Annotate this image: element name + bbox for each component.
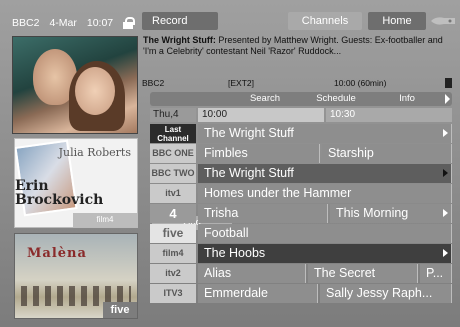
timeline: Thu,4 10:00 10:30 xyxy=(150,108,452,122)
meta-channel: BBC2 xyxy=(142,78,165,88)
poster-channel: film4 xyxy=(73,213,137,227)
programme-cell[interactable]: Emmerdale xyxy=(198,284,318,303)
record-button[interactable]: Record xyxy=(142,12,218,30)
view-tabs: Grid Search Schedule Info xyxy=(150,92,452,230)
channel-logo: itv2 xyxy=(150,264,196,283)
programme-cell[interactable]: Starship xyxy=(322,144,452,163)
programme-cell[interactable]: The Wright Stuff xyxy=(198,164,452,183)
programme-cell[interactable]: P... xyxy=(420,264,452,283)
promo-erin-brockovich[interactable]: Julia Roberts Erin Brockovich film4 xyxy=(14,138,138,228)
channel-logo: 4 xyxy=(150,204,196,223)
programme-cell[interactable]: Sally Jessy Raph... xyxy=(320,284,452,303)
programme-info: The Wright Stuff: Presented by Matthew W… xyxy=(140,35,456,83)
poster-title: Erin Brockovich xyxy=(15,178,104,208)
signal-icon xyxy=(445,78,452,88)
programme-cell[interactable]: The Secret xyxy=(308,264,418,283)
tab-search[interactable]: Search xyxy=(230,92,300,106)
movie-channel-badge: five xyxy=(103,302,137,318)
programme-cell[interactable]: Football xyxy=(198,224,452,243)
channel-logo: five xyxy=(150,224,196,243)
channel-row[interactable]: itv2 Alias The Secret P... xyxy=(150,264,452,283)
remote-control-icon xyxy=(431,17,455,25)
channel-row[interactable]: ITV3 Emmerdale Sally Jessy Raph... xyxy=(150,284,452,303)
tab-info[interactable]: Info xyxy=(372,92,442,106)
programme-cell[interactable]: The Hoobs xyxy=(198,244,452,263)
channel-row[interactable]: 4 Trisha This Morning xyxy=(150,204,452,223)
channel-logo: film4 xyxy=(150,244,196,263)
channel-row[interactable]: five Football xyxy=(150,224,452,243)
timeline-day: Thu,4 xyxy=(150,108,196,122)
channel-logo: ITV3 xyxy=(150,284,196,303)
timeline-slot-1: 10:00 xyxy=(198,108,324,122)
current-date: 4-Mar xyxy=(49,17,77,29)
chevron-right-icon xyxy=(443,249,448,257)
chevron-right-icon[interactable] xyxy=(445,94,450,104)
chevron-right-icon xyxy=(443,169,448,177)
channel-row[interactable]: itv1 Homes under the Hammer xyxy=(150,184,452,203)
current-time: 10:07 xyxy=(86,17,114,29)
epg-screen: BBC2 4-Mar 10:07 Julia Roberts Erin Broc… xyxy=(0,0,460,327)
tab-schedule[interactable]: Schedule xyxy=(300,92,372,106)
status-bar: BBC2 4-Mar 10:07 xyxy=(10,10,138,36)
programme-cell[interactable]: The Wright Stuff xyxy=(198,124,452,143)
meta-time-range: 10:00 (60min) xyxy=(334,78,387,88)
top-tab-bar: Record Channels Home xyxy=(140,12,456,30)
channel-logo: BBC TWO xyxy=(150,164,196,183)
movie-title: Malèna xyxy=(27,246,87,261)
current-channel: BBC2 xyxy=(12,17,40,29)
channel-row[interactable]: film4 The Hoobs xyxy=(150,244,452,263)
programme-cell[interactable]: Fimbles xyxy=(198,144,320,163)
programme-cell[interactable]: Trisha xyxy=(198,204,328,223)
live-tv-preview[interactable] xyxy=(12,36,138,134)
channel-logo: Last Channel xyxy=(150,124,196,143)
chevron-right-icon xyxy=(443,129,448,137)
preview-person-2 xyxy=(75,67,115,115)
timeline-slot-2: 10:30 xyxy=(326,108,452,122)
tab-channels[interactable]: Channels xyxy=(288,12,362,30)
poster-actor: Julia Roberts xyxy=(58,146,131,159)
programme-cell[interactable]: Homes under the Hammer xyxy=(198,184,452,203)
tab-home[interactable]: Home xyxy=(368,12,426,30)
info-programme-title: The Wright Stuff: xyxy=(143,35,216,45)
channel-logo: itv1 xyxy=(150,184,196,203)
promo-malena[interactable]: Malèna five xyxy=(14,233,138,319)
programme-cell[interactable]: This Morning xyxy=(330,204,452,223)
channel-row[interactable]: BBC ONE Fimbles Starship xyxy=(150,144,452,163)
lock-icon xyxy=(123,17,136,29)
channel-row[interactable]: BBC TWO The Wright Stuff xyxy=(150,164,452,183)
programme-meta: BBC2 [EXT2] 10:00 (60min) xyxy=(142,78,452,90)
chevron-right-icon xyxy=(443,209,448,217)
channel-row[interactable]: Last Channel The Wright Stuff xyxy=(150,124,452,143)
channel-logo: BBC ONE xyxy=(150,144,196,163)
programme-cell[interactable]: Alias xyxy=(198,264,306,283)
meta-tag: [EXT2] xyxy=(228,78,254,88)
